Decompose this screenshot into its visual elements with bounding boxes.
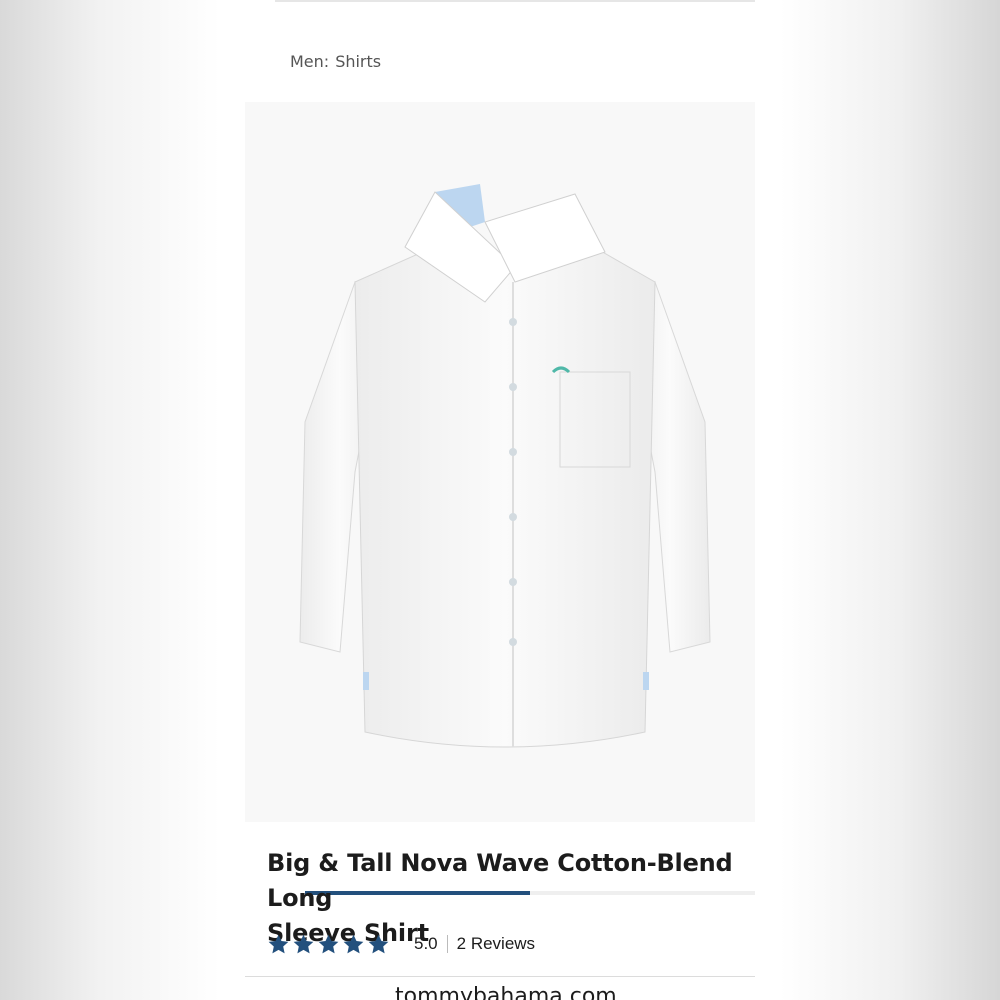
breadcrumb: Men: Shirts — [290, 52, 381, 71]
rating-summary[interactable]: 5.0 2 Reviews — [267, 930, 535, 958]
bottom-divider — [245, 976, 755, 977]
breadcrumb-men-link[interactable]: Men: — [290, 52, 329, 71]
star-icon — [293, 934, 314, 953]
star-icon — [368, 934, 389, 953]
star-rating — [267, 933, 390, 956]
top-divider — [275, 0, 755, 2]
breadcrumb-shirts-link[interactable]: Shirts — [335, 52, 381, 71]
star-icon — [343, 934, 364, 953]
star-icon — [318, 934, 339, 953]
rating-value: 5.0 — [414, 934, 438, 953]
product-image[interactable] — [285, 172, 725, 772]
product-page: Men: Shirts Big & Tall Nova Wave Cotton-… — [245, 0, 755, 1000]
rating-divider — [446, 935, 448, 953]
product-image-carousel[interactable] — [245, 102, 755, 895]
star-icon — [268, 934, 289, 953]
site-url: tommybahama.com — [395, 984, 617, 1000]
reviews-link[interactable]: 2 Reviews — [457, 934, 535, 954]
product-title-line1: Big & Tall Nova Wave Cotton-Blend Long — [267, 849, 733, 912]
